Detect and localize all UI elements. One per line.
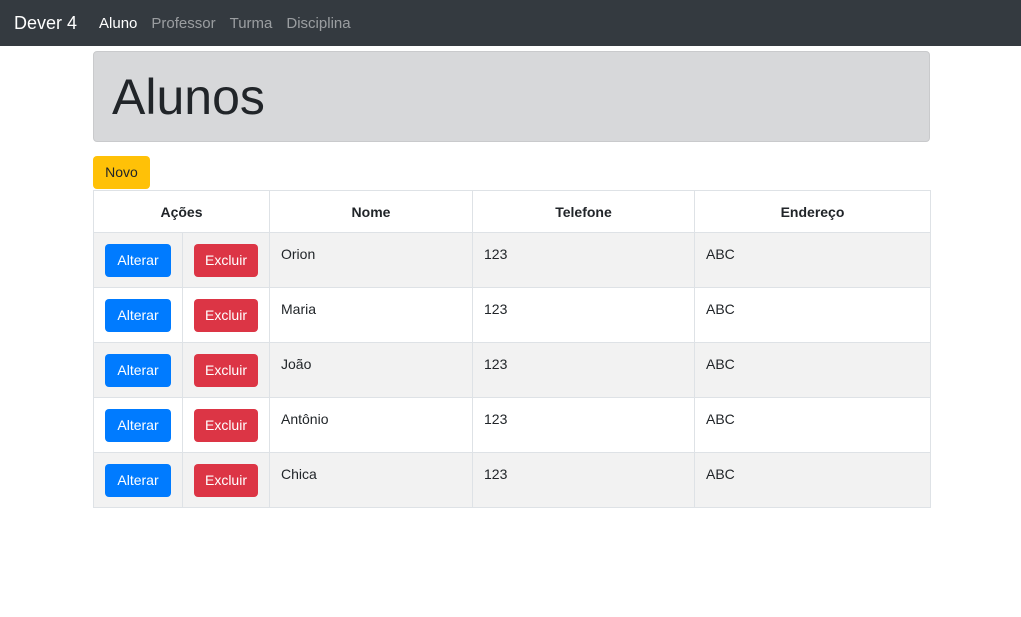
edit-button[interactable]: Alterar: [105, 353, 171, 387]
table-row: Alterar Excluir Maria 123 ABC: [93, 287, 931, 343]
header-endereco: Endereço: [694, 190, 931, 233]
cell-nome: Chica: [269, 452, 473, 508]
delete-button[interactable]: Excluir: [194, 408, 258, 442]
nav-link-aluno[interactable]: Aluno: [99, 15, 137, 32]
delete-cell: Excluir: [182, 232, 270, 288]
cell-endereco: ABC: [694, 342, 931, 398]
edit-cell: Alterar: [93, 287, 183, 343]
table-header-row: Ações Nome Telefone Endereço: [93, 190, 931, 233]
cell-telefone: 123: [472, 342, 695, 398]
delete-button[interactable]: Excluir: [194, 243, 258, 277]
edit-button[interactable]: Alterar: [105, 243, 171, 277]
cell-nome: Antônio: [269, 397, 473, 453]
table-row: Alterar Excluir Chica 123 ABC: [93, 452, 931, 508]
edit-cell: Alterar: [93, 232, 183, 288]
delete-button[interactable]: Excluir: [194, 463, 258, 497]
edit-button[interactable]: Alterar: [105, 408, 171, 442]
edit-cell: Alterar: [93, 452, 183, 508]
delete-button[interactable]: Excluir: [194, 298, 258, 332]
table-row: Alterar Excluir Orion 123 ABC: [93, 232, 931, 288]
page-header: Alunos: [93, 51, 930, 142]
new-button[interactable]: Novo: [93, 156, 150, 189]
edit-cell: Alterar: [93, 397, 183, 453]
table-row: Alterar Excluir Antônio 123 ABC: [93, 397, 931, 453]
cell-endereco: ABC: [694, 232, 931, 288]
cell-nome: João: [269, 342, 473, 398]
delete-cell: Excluir: [182, 287, 270, 343]
cell-telefone: 123: [472, 452, 695, 508]
nav-link-turma[interactable]: Turma: [230, 15, 273, 32]
cell-endereco: ABC: [694, 397, 931, 453]
cell-nome: Orion: [269, 232, 473, 288]
cell-telefone: 123: [472, 232, 695, 288]
navbar: Dever 4 Aluno Professor Turma Disciplina: [0, 0, 1021, 46]
header-telefone: Telefone: [472, 190, 695, 233]
nav-link-disciplina[interactable]: Disciplina: [286, 15, 350, 32]
edit-button[interactable]: Alterar: [105, 463, 171, 497]
edit-button[interactable]: Alterar: [105, 298, 171, 332]
nav-link-professor[interactable]: Professor: [151, 15, 215, 32]
table-row: Alterar Excluir João 123 ABC: [93, 342, 931, 398]
cell-endereco: ABC: [694, 452, 931, 508]
delete-cell: Excluir: [182, 452, 270, 508]
page-title: Alunos: [112, 69, 265, 125]
cell-telefone: 123: [472, 287, 695, 343]
navbar-brand[interactable]: Dever 4: [14, 13, 77, 34]
delete-button[interactable]: Excluir: [194, 353, 258, 387]
header-nome: Nome: [269, 190, 473, 233]
cell-telefone: 123: [472, 397, 695, 453]
students-table: Ações Nome Telefone Endereço Alterar Exc…: [93, 190, 931, 508]
delete-cell: Excluir: [182, 397, 270, 453]
cell-endereco: ABC: [694, 287, 931, 343]
edit-cell: Alterar: [93, 342, 183, 398]
cell-nome: Maria: [269, 287, 473, 343]
delete-cell: Excluir: [182, 342, 270, 398]
header-acoes: Ações: [93, 190, 270, 233]
